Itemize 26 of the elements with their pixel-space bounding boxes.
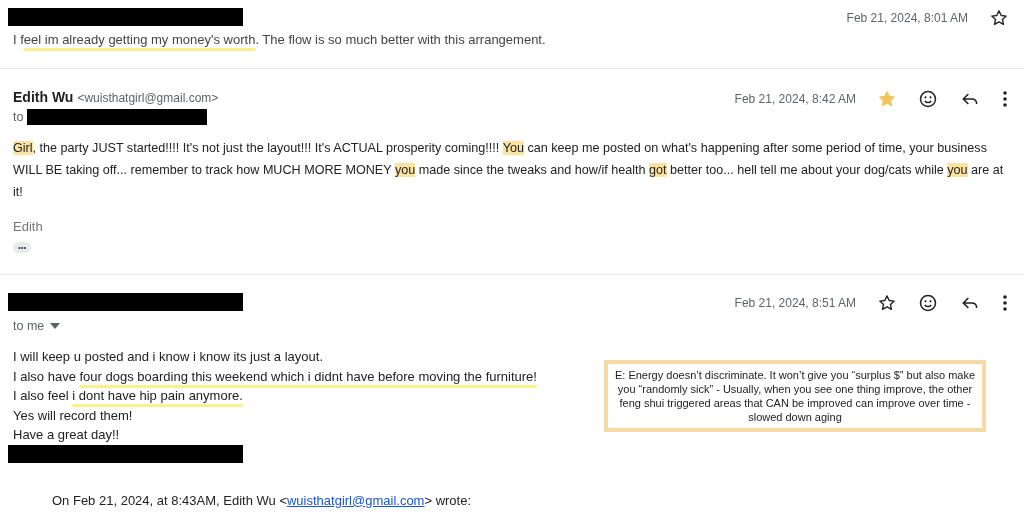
sender-email: <wuisthatgirl@gmail.com> bbox=[77, 91, 219, 105]
message-date: Feb 21, 2024, 8:42 AM bbox=[734, 92, 856, 106]
annotation-note: E: Energy doesn’t discriminate. It won’t give you “surplus $” but also make you “randomly sick” - Usually, when you see one thing improve, the other feng shui triggered areas that CAN be improved can improve over time - slowed down aging bbox=[604, 359, 986, 432]
emoji-icon[interactable] bbox=[918, 89, 938, 109]
message-date: Feb 21, 2024, 8:01 AM bbox=[846, 11, 968, 25]
message-line: I also feel i dont have hip pain anymore. bbox=[13, 387, 244, 405]
email-link[interactable]: wuisthatgirl@gmail.com bbox=[287, 492, 425, 508]
message-line: I also have four dogs boarding this weekend which i didnt have before moving the furniture! bbox=[13, 367, 537, 386]
more-icon[interactable] bbox=[1002, 294, 1008, 312]
message-line: Have a great day!! bbox=[13, 426, 121, 444]
message-snippet: I feel im already getting my money's worth. The flow is so much better with this arrangement. bbox=[12, 32, 546, 47]
recipient-label: to bbox=[13, 110, 24, 124]
message-line: Yes will record them! bbox=[13, 406, 134, 425]
message-line: I will keep u posted and i know i know its just a layout. bbox=[13, 348, 324, 366]
signature: Edith bbox=[13, 219, 44, 234]
caret-icon[interactable] bbox=[50, 323, 61, 329]
message-body: Girl, the party JUST started!!!! It's not just the layout!!! It's ACTUAL prosperity coming!!!! You can keep me posted on what's happening after some period of time, your business WILL BE taking off... remember to track how MUCH MORE MONEY you made since the tweaks and how/if health got better too... hell tell me about your dog/cats while you are at it! bbox=[13, 140, 1005, 201]
quote-header: On Feb 21, 2024, at 8:43AM, Edith Wu <wuisthatgirl@gmail.com> wrote: bbox=[52, 492, 472, 508]
sender-name: Edith Wu bbox=[13, 89, 74, 105]
more-icon[interactable] bbox=[1002, 90, 1008, 108]
recipient-label: to me bbox=[13, 319, 45, 333]
message-date: Feb 21, 2024, 8:51 AM bbox=[734, 296, 856, 310]
show-trimmed-button[interactable]: ••• bbox=[13, 242, 32, 253]
star-icon[interactable] bbox=[990, 9, 1008, 27]
star-icon[interactable] bbox=[878, 294, 896, 312]
emoji-icon[interactable] bbox=[918, 293, 938, 313]
